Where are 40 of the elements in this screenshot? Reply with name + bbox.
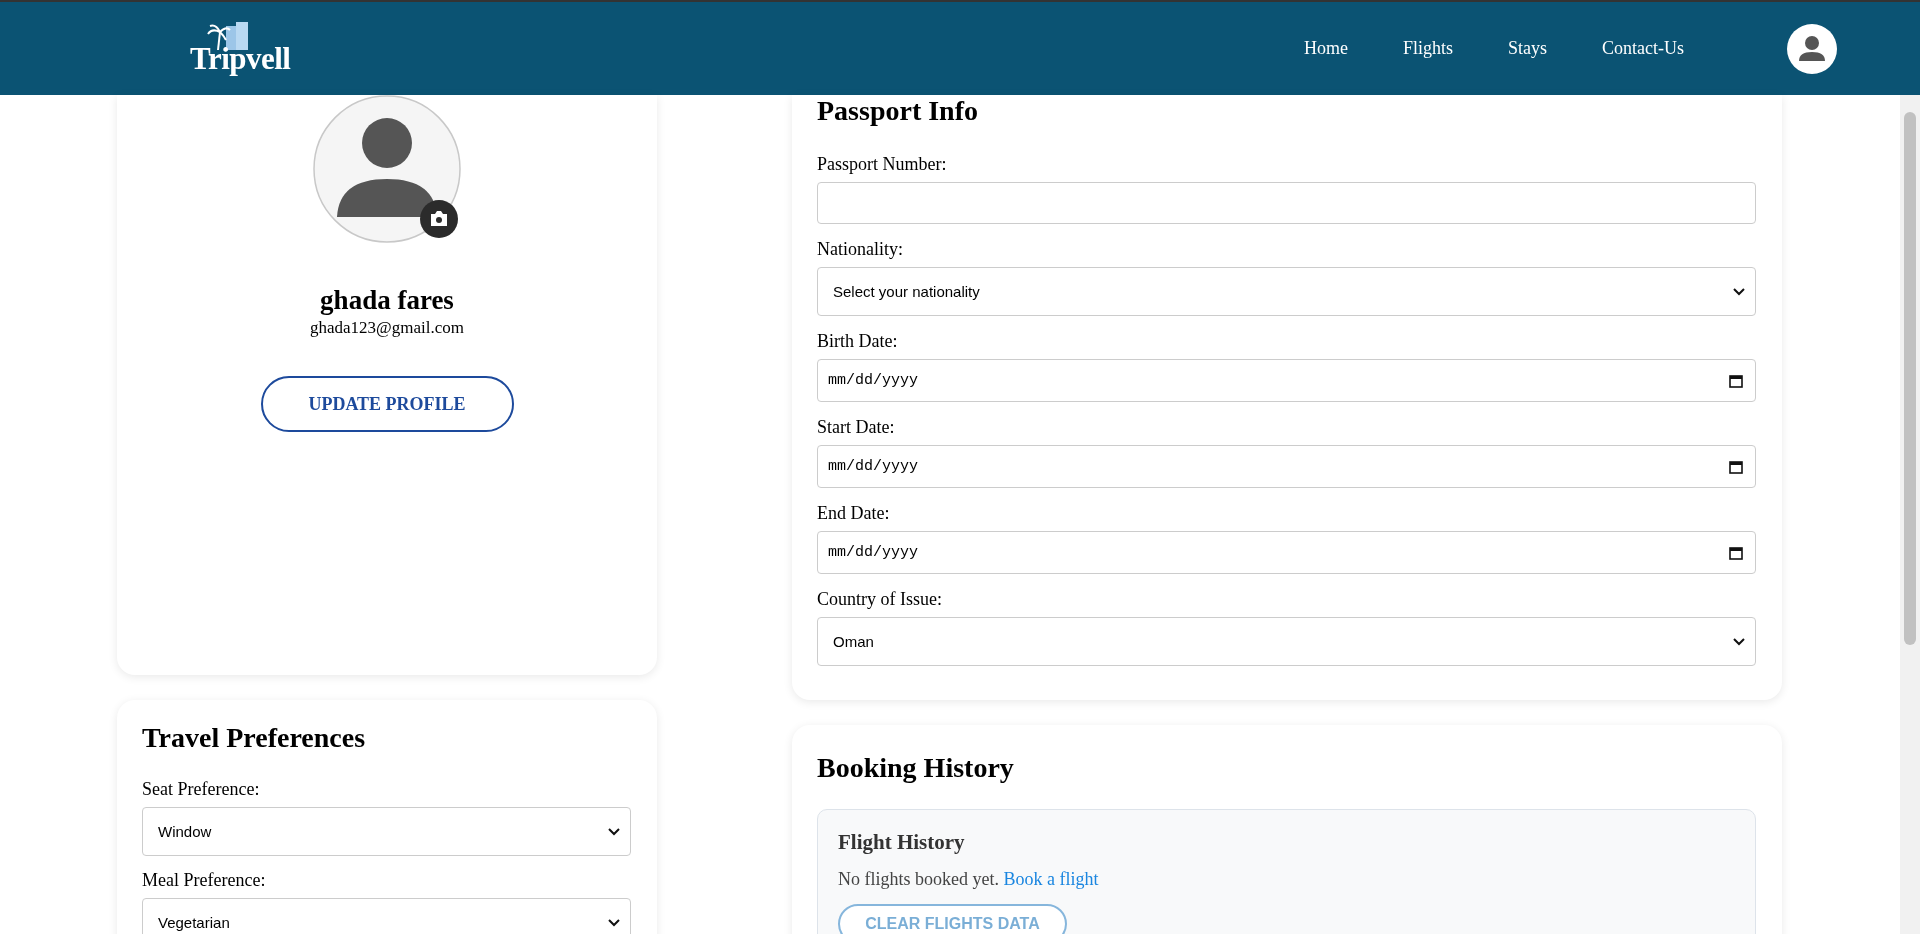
panel-title: Flight History <box>838 830 966 854</box>
scrollbar[interactable] <box>1900 95 1920 934</box>
select-field[interactable]: Vegetarian <box>142 898 631 934</box>
card-title: Passport Info <box>817 95 979 127</box>
user-account-icon[interactable] <box>1787 23 1837 74</box>
book-flight-link[interactable]: Book a flight <box>1003 869 1099 889</box>
update-profile-button[interactable]: UPDATE PROFILE <box>260 376 514 432</box>
select-field[interactable]: Oman <box>817 617 1756 666</box>
nav-link[interactable]: Home <box>1303 38 1348 59</box>
user-name: ghada fares <box>320 285 454 315</box>
card-title: Travel Preferences <box>142 722 367 754</box>
field-label: Country of Issue: <box>817 588 943 610</box>
logo-wordmark[interactable]: Tripvell <box>190 41 291 76</box>
nav-link[interactable]: Contact-Us <box>1602 38 1684 59</box>
camera-icon[interactable] <box>420 200 458 238</box>
user-email: ghada123@gmail.com <box>310 318 464 338</box>
calendar-icon <box>1729 373 1743 388</box>
field-label: Seat Preference: <box>142 778 261 800</box>
date-field[interactable]: mm/dd/yyyy <box>817 445 1756 488</box>
date-field[interactable]: mm/dd/yyyy <box>817 359 1756 402</box>
nav-link[interactable]: Flights <box>1402 38 1453 59</box>
chevron-down-icon <box>608 827 620 836</box>
card-title: Booking History <box>817 752 1015 784</box>
chevron-down-icon <box>608 918 620 927</box>
input-field[interactable] <box>817 182 1756 224</box>
field-label: Start Date: <box>817 416 896 438</box>
field-label: End Date: <box>817 502 891 524</box>
calendar-icon <box>1729 545 1743 560</box>
chevron-down-icon <box>1733 637 1745 646</box>
select-field[interactable]: Select your nationality <box>817 267 1756 316</box>
field-label: Birth Date: <box>817 330 899 352</box>
select-field[interactable]: Window <box>142 807 631 856</box>
date-field[interactable]: mm/dd/yyyy <box>817 531 1756 574</box>
calendar-icon <box>1729 459 1743 474</box>
field-label: Passport Number: <box>817 153 948 175</box>
field-label: Meal Preference: <box>142 869 267 891</box>
empty-message: No flights booked yet. Book a flight <box>838 868 1100 890</box>
chevron-down-icon <box>1733 287 1745 296</box>
field-label: Nationality: <box>817 238 904 260</box>
nav-link[interactable]: Stays <box>1508 38 1547 59</box>
